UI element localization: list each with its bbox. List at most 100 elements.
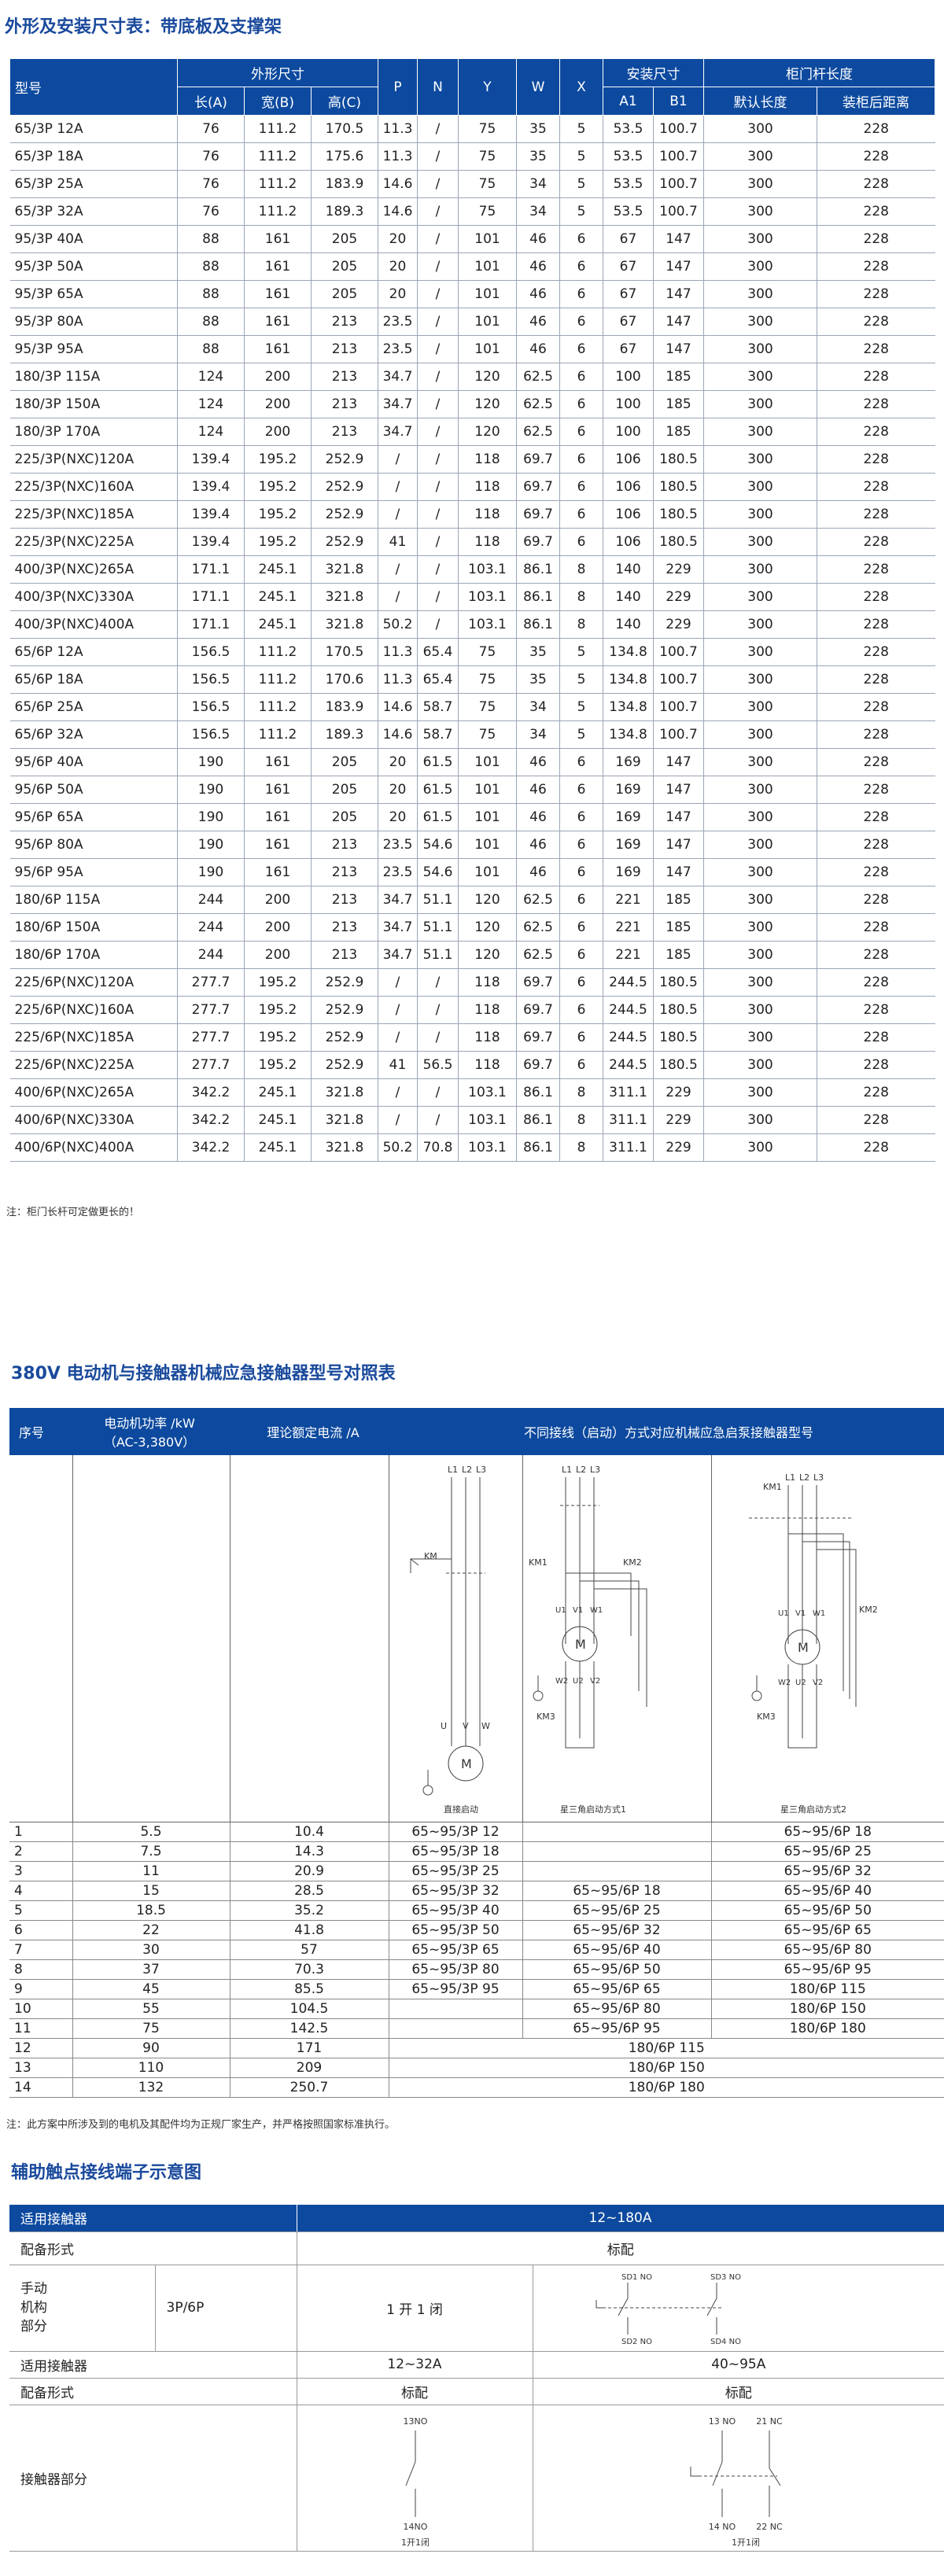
table-cell: 14.6: [378, 197, 418, 226]
svg-text:L1: L1: [562, 1465, 572, 1475]
table-cell: 190: [177, 858, 245, 886]
table-cell: 118: [458, 1051, 517, 1079]
table-cell: 228: [817, 142, 935, 171]
svg-text:U1: U1: [555, 1606, 566, 1615]
table-row: 1 5.5 10.4 65~95/3P 12 65~95/6P 18: [9, 1822, 944, 1842]
table-cell: 228: [817, 803, 935, 831]
table-cell: 6: [559, 803, 603, 831]
table-row: 3 11 20.9 65~95/3P 25 65~95/6P 32: [9, 1861, 944, 1881]
table-cell: 161: [244, 803, 312, 831]
table-cell: 100.7: [653, 197, 704, 226]
table-cell: 62.5: [516, 913, 560, 942]
table-cell: 95/3P 80A: [9, 308, 178, 336]
table-cell: 14: [9, 2077, 73, 2098]
table-cell: 65~95/6P 65: [522, 1979, 712, 1999]
table-cell: 244.5: [603, 996, 654, 1024]
table-cell: 76: [177, 170, 245, 198]
table-cell: 213: [311, 913, 378, 942]
table-cell: 6: [559, 858, 603, 886]
table-cell: 228: [817, 610, 935, 639]
table-cell: 34.7: [378, 363, 418, 391]
table-row: 95/3P 50A 88 161 205 20/101 46 6 67 147 300 228: [9, 252, 935, 281]
table-cell: 321.8: [311, 1078, 378, 1107]
table-cell: 88: [177, 308, 245, 336]
svg-text:14 NO: 14 NO: [708, 2522, 736, 2532]
table-cell: 69.7: [516, 996, 560, 1024]
table-cell: 228: [817, 528, 935, 556]
table-cell: 120: [458, 941, 517, 969]
table-cell: 65~95/3P 32: [389, 1881, 523, 1901]
svg-text:L3: L3: [813, 1472, 824, 1483]
table-cell: 67: [603, 308, 654, 336]
table-cell: 195.2: [244, 1051, 312, 1079]
table-cell: 300: [703, 252, 817, 281]
table-cell: 200: [244, 418, 312, 446]
table-cell: 124: [177, 418, 245, 446]
table-cell: 169: [603, 831, 654, 859]
table-cell: 161: [244, 831, 312, 859]
col-n: N: [417, 58, 459, 116]
table-cell: 103.1: [458, 1106, 517, 1134]
row2-value: 标配: [297, 2231, 944, 2265]
table-cell: 170.5: [311, 115, 378, 143]
table-cell: 75: [458, 693, 517, 721]
table-cell: 190: [177, 803, 245, 831]
table-cell: 200: [244, 913, 312, 942]
table-cell: 65/6P 32A: [9, 720, 178, 749]
table-cell: 65~95/6P 95: [522, 2018, 712, 2039]
table-cell: 65~95/3P 95: [389, 1979, 523, 1999]
table-cell: 147: [653, 803, 704, 831]
table-row: 95/3P 65A 88 161 205 20/101 46 6 67 147 300 228: [9, 280, 935, 308]
table-cell: 244.5: [603, 1051, 654, 1079]
table-cell: 228: [817, 858, 935, 886]
table-cell: 185: [653, 363, 704, 391]
table-cell: 190: [177, 748, 245, 776]
table-cell: 6: [559, 473, 603, 501]
table-cell: 140: [603, 555, 654, 584]
table-cell: 147: [653, 831, 704, 859]
table-cell: 175.6: [311, 142, 378, 171]
col-rod: 柜门杆长度: [703, 58, 935, 87]
table-cell: 245.1: [244, 555, 312, 584]
table-cell: 205: [311, 803, 378, 831]
table-cell: 75: [458, 638, 517, 666]
table-row: 11 75 142.5 65~95/6P 95 180/6P 180: [9, 2018, 944, 2039]
table-cell: /: [417, 335, 459, 363]
table-cell: 228: [817, 968, 935, 997]
table-cell: 300: [703, 115, 817, 143]
table-cell: 6: [559, 308, 603, 336]
col-behind: 装柜后距离: [817, 87, 935, 116]
table-cell: 321.8: [311, 1106, 378, 1134]
table-cell: 195.2: [244, 473, 312, 501]
table-cell: 111.2: [244, 197, 312, 226]
table-cell: 180.5: [653, 473, 704, 501]
table-cell: 101: [458, 335, 517, 363]
table-cell: 65~95/6P 80: [522, 1999, 712, 2019]
table-row: 225/3P(NXC)120A 139.4 195.2 252.9//118 69.7 6…: [9, 445, 935, 474]
table-cell: 46: [516, 308, 560, 336]
table-cell: 6: [559, 280, 603, 308]
table-cell: 147: [653, 308, 704, 336]
table-cell: 213: [311, 418, 378, 446]
table-row: 225/6P(NXC)225A 277.7 195.2 252.9 41 56.5 118 6…: [9, 1051, 935, 1079]
table-cell: 229: [653, 583, 704, 611]
table-cell: 180/6P 170A: [9, 941, 178, 969]
table-cell: [389, 2018, 523, 2039]
table-cell: 300: [703, 280, 817, 308]
table-cell: 6: [9, 1920, 73, 1940]
table-cell: 76: [177, 197, 245, 226]
table-cell: 65~95/6P 65: [711, 1920, 944, 1940]
table-cell: 6: [559, 445, 603, 474]
table-cell: 185: [653, 390, 704, 418]
table-cell: 101: [458, 280, 517, 308]
table-cell: 1: [9, 1822, 73, 1842]
svg-text:1开1闭: 1开1闭: [401, 2537, 430, 2548]
table-cell: 225/3P(NXC)120A: [9, 445, 178, 474]
table-cell: 65~95/3P 65: [389, 1940, 523, 1960]
table-cell: 2: [9, 1841, 73, 1862]
aux-contact-table: 适用接触器 12~180A 配备形式 标配 手动 机构 部分 3P/6P 1 开…: [9, 2205, 944, 2552]
table-cell: 228: [817, 115, 935, 143]
table-cell: 252.9: [311, 528, 378, 556]
table-cell: 300: [703, 473, 817, 501]
table-row: 65/3P 25A 76 111.2 183.9 14.6/75 34 5 53.5 100.7…: [9, 170, 935, 198]
